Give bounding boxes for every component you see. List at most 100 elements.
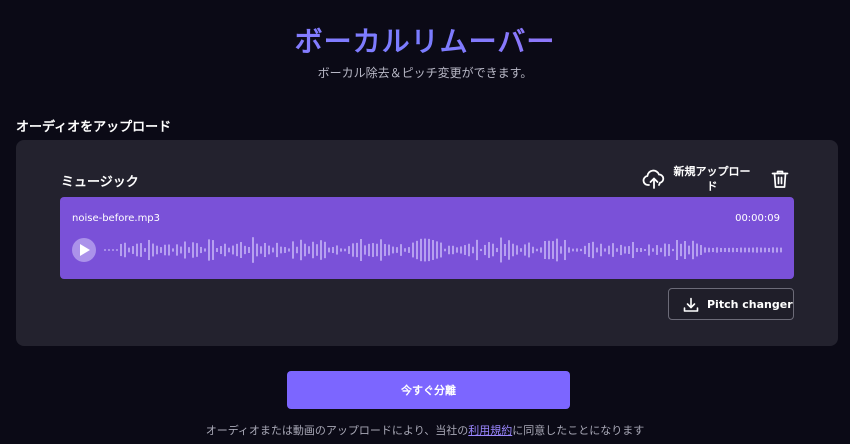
waveform-bar [776,247,778,253]
waveform-bar [156,245,158,255]
waveform-bar [228,247,230,253]
waveform-bar [492,243,494,257]
waveform-bar [712,247,714,253]
pitch-changer-label: Pitch changer [707,298,793,311]
waveform-bar [132,246,134,254]
waveform-bar [124,242,126,258]
upload-panel: ミュージック 新規アップロード noise-before.mp3 00:00:0… [16,140,838,346]
waveform-bar [448,245,450,255]
waveform-bar [472,246,474,254]
waveform-bar [292,241,294,259]
pitch-changer-button[interactable]: Pitch changer [668,288,794,320]
waveform-bar [348,246,350,254]
waveform-bar [628,246,630,254]
waveform-bar [516,245,518,255]
waveform-bar [160,247,162,253]
waveform-bar [552,241,554,259]
waveform-bar [520,248,522,252]
waveform-bar [588,243,590,257]
terms-notice: オーディオまたは動画のアップロードにより、当社の利用規約に同意したことになります [0,422,850,438]
new-upload-button[interactable]: 新規アップロード [670,164,754,194]
waveform-bar [780,247,782,253]
separate-now-button[interactable]: 今すぐ分離 [287,371,570,409]
waveform-bar [620,244,622,256]
waveform-bar [452,245,454,255]
audio-duration: 00:00:09 [735,213,780,224]
terms-text-before: オーディオまたは動画のアップロードにより、当社の [205,424,469,437]
page-subtitle: ボーカル除去＆ピッチ変更ができます。 [317,66,533,80]
waveform-bar [276,242,278,258]
waveform-bar [764,247,766,253]
waveform-bar [188,247,190,253]
waveform-bar [636,247,638,253]
waveform-bar [264,242,266,258]
waveform-bar [400,244,402,256]
trash-icon[interactable] [771,169,789,189]
waveform-bar [508,240,510,260]
waveform-bar [484,244,486,256]
waveform-bar [168,244,170,256]
audio-track-card: noise-before.mp3 00:00:09 [60,197,794,279]
waveform-bar [312,241,314,259]
waveform-bar [584,245,586,255]
waveform-bar [392,246,394,254]
waveform-bar [232,245,234,255]
waveform-bar [608,245,610,255]
waveform-bar [660,247,662,253]
waveform-bar [724,247,726,253]
waveform-bar [212,240,214,260]
waveform-bar [436,241,438,259]
waveform-bar [464,245,466,255]
waveform-bar [740,247,742,253]
waveform-bar [596,247,598,253]
waveform-bar [180,246,182,254]
waveform-bar [432,240,434,260]
waveform-bar [236,243,238,257]
play-button[interactable] [72,238,96,262]
waveform-bar [416,240,418,260]
waveform-bar [308,246,310,254]
waveform-bar [136,243,138,257]
waveform-bar [580,248,582,252]
waveform-bar [676,240,678,260]
waveform-bar [728,247,730,253]
waveform-bar [460,246,462,254]
waveform-bar [564,239,566,261]
waveform-bar [708,247,710,253]
waveform-bar [216,248,218,252]
waveform-bar [244,245,246,255]
terms-text-after: に同意したことになります [512,424,645,437]
waveform-bar [176,244,178,256]
waveform-bar [404,248,406,252]
waveform-bar [408,247,410,253]
waveform-bar [440,242,442,258]
waveform-bar [512,243,514,257]
waveform-bar [748,247,750,253]
waveform-bar [468,243,470,257]
waveform-bar [672,248,674,252]
waveform-bar [488,242,490,258]
waveform-bar [648,244,650,256]
upload-section-label: オーディオをアップロード [16,120,172,135]
waveform-bar [184,241,186,259]
waveform-bar [356,242,358,258]
waveform-bar [532,246,534,254]
waveform-bar [296,246,298,254]
download-icon [683,297,699,312]
waveform-bar [700,245,702,255]
waveform-bar [372,243,374,257]
audio-file-name: noise-before.mp3 [72,213,161,224]
waveform-bar [344,248,346,252]
cloud-upload-icon[interactable] [642,168,666,190]
waveform-bar [360,239,362,261]
audio-waveform[interactable] [104,235,784,265]
waveform-bar [284,247,286,253]
waveform-bar [368,243,370,257]
waveform-bar [304,243,306,257]
waveform-bar [196,243,198,257]
waveform-bar [260,246,262,254]
waveform-bar [384,244,386,256]
terms-link[interactable]: 利用規約 [468,424,512,437]
waveform-bar [116,249,118,251]
waveform-bar [164,244,166,256]
